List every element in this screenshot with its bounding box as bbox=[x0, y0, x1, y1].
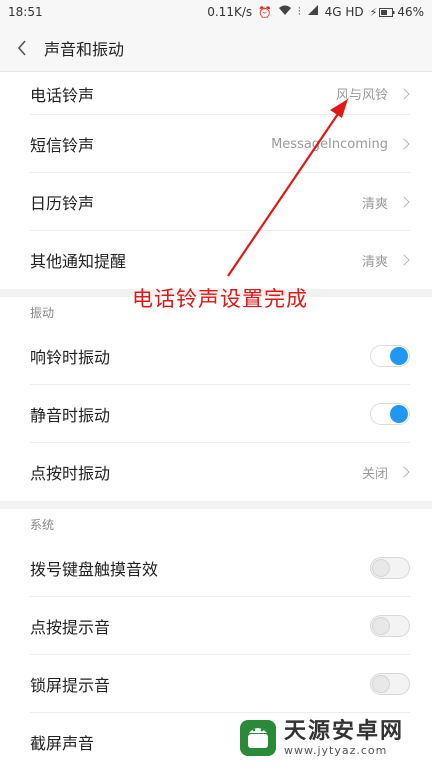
alarm-icon: ⏰ bbox=[258, 5, 272, 19]
row-label: 点按提示音 bbox=[30, 618, 111, 637]
watermark-title: 天源安卓网 bbox=[284, 718, 405, 744]
toggle-knob bbox=[372, 617, 390, 635]
dialpad-touch-sound-row[interactable]: 拨号键盘触摸音效 bbox=[0, 539, 432, 597]
status-time: 18:51 bbox=[8, 5, 43, 19]
status-bar: 18:51 0.11K/s ⏰ ⫶ 4G HD ⚡ 46% bbox=[0, 0, 432, 24]
ringtone-calendar-row[interactable]: 日历铃声 清爽 bbox=[0, 173, 432, 231]
row-value: 关闭 bbox=[361, 466, 388, 482]
tap-sound-row[interactable]: 点按提示音 bbox=[0, 597, 432, 655]
lock-screen-sound-row[interactable]: 锁屏提示音 bbox=[0, 655, 432, 713]
page-title: 声音和振动 bbox=[44, 39, 125, 59]
vibrate-on-ring-row[interactable]: 响铃时振动 bbox=[0, 327, 432, 385]
status-indicators: 0.11K/s ⏰ ⫶ 4G HD ⚡ 46% bbox=[207, 5, 424, 19]
watermark: 天源安卓网 www.jytyaz.com bbox=[238, 718, 404, 758]
row-value: 清爽 bbox=[361, 254, 388, 270]
toggle-knob bbox=[390, 405, 408, 423]
vibration-group: 振动 响铃时振动 静音时振动 点按时振动 关闭 bbox=[0, 297, 432, 501]
toggle-switch[interactable] bbox=[370, 557, 410, 579]
watermark-url: www.jytyaz.com bbox=[284, 743, 388, 757]
ringtone-group: 电话铃声 风与风铃 短信铃声 MessageIncoming 日历铃声 清爽 其… bbox=[0, 72, 432, 289]
vibrate-icon: ⫶ bbox=[297, 5, 301, 18]
row-label: 其他通知提醒 bbox=[30, 252, 127, 271]
chevron-right-icon bbox=[400, 253, 410, 267]
ringtone-phone-row[interactable]: 电话铃声 风与风铃 bbox=[0, 72, 432, 115]
toggle-switch[interactable] bbox=[370, 615, 410, 637]
chevron-right-icon bbox=[400, 137, 410, 151]
back-arrow-icon[interactable] bbox=[0, 24, 44, 72]
toggle-switch[interactable] bbox=[370, 403, 410, 425]
row-value: 清爽 bbox=[361, 196, 388, 212]
vibrate-on-silent-row[interactable]: 静音时振动 bbox=[0, 385, 432, 443]
row-value: 风与风铃 bbox=[335, 88, 388, 103]
section-divider bbox=[0, 501, 432, 509]
network-speed: 0.11K/s bbox=[207, 5, 253, 19]
section-title-system: 系统 bbox=[0, 509, 432, 539]
row-label: 静音时振动 bbox=[30, 406, 111, 425]
ringtone-sms-row[interactable]: 短信铃声 MessageIncoming bbox=[0, 115, 432, 173]
toggle-knob bbox=[372, 675, 390, 693]
ringtone-other-row[interactable]: 其他通知提醒 清爽 bbox=[0, 231, 432, 289]
wifi-icon bbox=[278, 5, 292, 19]
annotation-text: 电话铃声设置完成 bbox=[132, 287, 308, 311]
chevron-right-icon bbox=[400, 465, 410, 479]
toggle-switch[interactable] bbox=[370, 345, 410, 367]
row-label: 点按时振动 bbox=[30, 464, 111, 483]
toggle-knob bbox=[390, 347, 408, 365]
row-label: 电话铃声 bbox=[30, 85, 95, 105]
battery-icon bbox=[379, 7, 395, 17]
signal-icon bbox=[307, 5, 319, 19]
row-value: MessageIncoming bbox=[271, 136, 388, 152]
network-type: 4G HD bbox=[324, 5, 364, 19]
battery-percent: 46% bbox=[397, 5, 424, 19]
charging-icon: ⚡ bbox=[369, 5, 378, 19]
row-label: 拨号键盘触摸音效 bbox=[30, 560, 159, 579]
row-label: 响铃时振动 bbox=[30, 348, 111, 367]
row-label: 日历铃声 bbox=[30, 194, 95, 213]
battery-indicator: ⚡ 46% bbox=[370, 5, 424, 19]
row-label: 截屏声音 bbox=[30, 734, 95, 753]
chevron-right-icon bbox=[400, 195, 410, 209]
toggle-switch[interactable] bbox=[370, 673, 410, 695]
toggle-knob bbox=[372, 559, 390, 577]
chevron-right-icon bbox=[400, 87, 410, 101]
android-logo-icon bbox=[240, 720, 276, 756]
row-label: 锁屏提示音 bbox=[30, 676, 111, 695]
row-label: 短信铃声 bbox=[30, 136, 95, 155]
settings-list[interactable]: 电话铃声 风与风铃 短信铃声 MessageIncoming 日历铃声 清爽 其… bbox=[0, 72, 432, 768]
vibrate-on-tap-row[interactable]: 点按时振动 关闭 bbox=[0, 443, 432, 501]
app-header: 声音和振动 bbox=[0, 24, 432, 72]
